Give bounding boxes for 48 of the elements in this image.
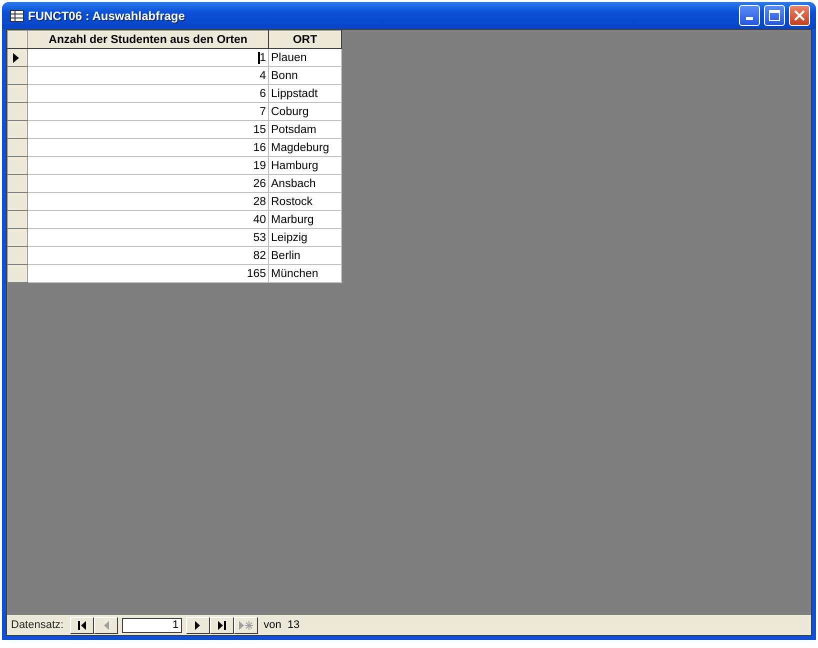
table-cell: 19 [28,156,268,174]
record-label: Datensatz: [11,619,64,631]
first-record-button[interactable] [70,616,94,634]
table-cell: 4 [28,66,268,84]
table-cell: Potsdam [268,120,342,138]
table-cell: 1 [28,48,268,66]
column-header[interactable]: ORT [268,30,342,48]
first-record-icon [76,620,87,630]
table-cell: 16 [28,138,268,156]
table-cell: Hamburg [268,156,342,174]
table-cell: München [268,264,342,282]
table-cell: 165 [28,264,268,282]
datasheet-icon [10,10,24,22]
table-cell: 40 [28,210,268,228]
record-total: von 13 [264,619,300,631]
table-cell: Leipzig [268,228,342,246]
previous-icon [102,620,109,630]
table-cell: Lippstadt [268,84,342,102]
column-header[interactable]: Anzahl der Studenten aus den Orten [28,30,268,48]
table-cell: Rostock [268,192,342,210]
table-cell: Plauen [268,48,342,66]
table-cell: 28 [28,192,268,210]
close-button[interactable] [789,5,810,26]
new-record-icon [238,620,253,630]
last-record-icon [216,620,227,630]
close-icon [794,10,805,21]
record-number-field[interactable]: 1 [122,618,182,632]
table-cell: 53 [28,228,268,246]
table-cell: 82 [28,246,268,264]
table-cell: Marburg [268,210,342,228]
next-icon [194,620,201,630]
maximize-icon [769,10,780,21]
table-cell: Magdeburg [268,138,342,156]
last-record-button[interactable] [210,616,234,634]
select-all-corner[interactable] [8,30,28,48]
table-cell: 15 [28,120,268,138]
maximize-button[interactable] [764,5,785,26]
table-cell: 6 [28,84,268,102]
window-title: FUNCT06 : Auswahlabfrage [28,8,186,22]
row-selector[interactable] [8,48,28,66]
table-cell: Berlin [268,246,342,264]
table-cell: Coburg [268,102,342,120]
next-record-button[interactable] [186,616,210,634]
table-cell: Ansbach [268,174,342,192]
table-cell: Bonn [268,66,342,84]
table-cell: 26 [28,174,268,192]
minimize-button[interactable] [739,5,760,26]
table-cell: 7 [28,102,268,120]
